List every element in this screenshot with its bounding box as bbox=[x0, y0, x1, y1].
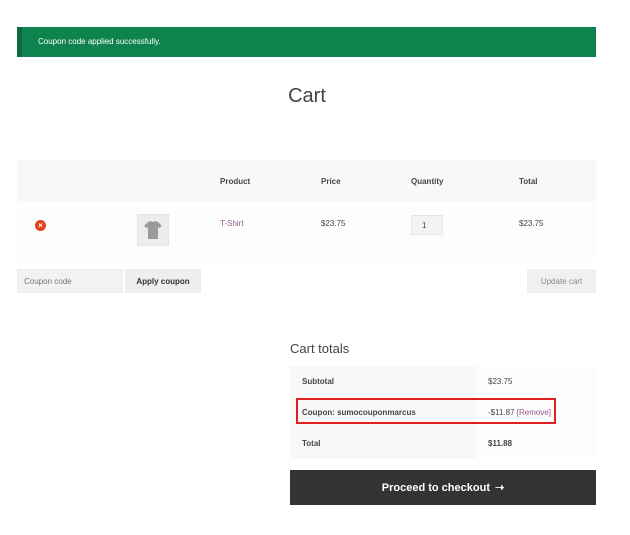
coupon-code-input[interactable] bbox=[17, 269, 123, 293]
total-label: Total bbox=[290, 428, 476, 459]
cart-table-header: Product Price Quantity Total bbox=[17, 160, 596, 202]
product-thumbnail[interactable] bbox=[137, 214, 169, 246]
cart-actions: Apply coupon Update cart bbox=[17, 269, 596, 303]
proceed-to-checkout-button[interactable]: Proceed to checkout ➝ bbox=[290, 470, 596, 505]
total-row: Total $11.88 bbox=[290, 428, 596, 459]
coupon-label: Coupon: sumocouponmarcus bbox=[290, 397, 476, 428]
subtotal-value: $23.75 bbox=[476, 366, 596, 397]
update-cart-button[interactable]: Update cart bbox=[527, 269, 596, 293]
tshirt-icon bbox=[144, 221, 162, 239]
subtotal-label: Subtotal bbox=[290, 366, 476, 397]
product-link[interactable]: T-Shirt bbox=[220, 219, 244, 228]
item-total: $23.75 bbox=[519, 219, 544, 228]
table-row: × T-Shirt $23.75 $23.75 bbox=[17, 202, 596, 260]
success-notice: Coupon code applied successfully. bbox=[17, 27, 596, 57]
quantity-input[interactable] bbox=[411, 215, 443, 235]
header-price: Price bbox=[321, 177, 341, 186]
cart-totals-title: Cart totals bbox=[290, 341, 350, 356]
arrow-right-icon: ➝ bbox=[494, 482, 505, 494]
subtotal-row: Subtotal $23.75 bbox=[290, 366, 596, 397]
page-title: Cart bbox=[288, 85, 326, 107]
notice-message: Coupon code applied successfully. bbox=[38, 37, 161, 46]
header-product: Product bbox=[220, 177, 251, 186]
coupon-row: Coupon: sumocouponmarcus -$11.87 [Remove… bbox=[290, 397, 596, 428]
header-total: Total bbox=[519, 177, 538, 186]
apply-coupon-button[interactable]: Apply coupon bbox=[125, 269, 201, 293]
cart-table: Product Price Quantity Total × T-Shirt $… bbox=[17, 160, 596, 303]
remove-item-icon[interactable]: × bbox=[35, 220, 46, 231]
header-quantity: Quantity bbox=[411, 177, 444, 186]
coupon-discount: -$11.87 bbox=[488, 408, 515, 417]
cart-page: Coupon code applied successfully. Cart P… bbox=[0, 0, 630, 535]
item-price: $23.75 bbox=[321, 219, 346, 228]
totals-table: Subtotal $23.75 Coupon: sumocouponmarcus… bbox=[290, 366, 596, 459]
cart-totals: Cart totals Subtotal $23.75 Coupon: sumo… bbox=[290, 340, 596, 459]
remove-coupon-link[interactable]: [Remove] bbox=[517, 408, 551, 417]
coupon-value-cell: -$11.87 [Remove] bbox=[476, 397, 596, 428]
total-value: $11.88 bbox=[476, 428, 596, 459]
checkout-label: Proceed to checkout bbox=[381, 482, 490, 494]
